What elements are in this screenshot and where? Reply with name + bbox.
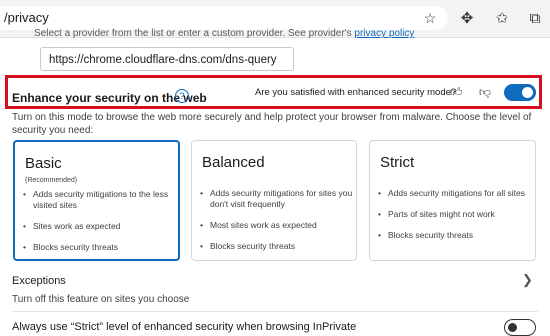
dns-provider-input[interactable]: https://chrome.cloudflare-dns.com/dns-qu… xyxy=(40,47,294,71)
level-bullet: Adds security mitigations for sites you … xyxy=(200,188,356,210)
inprivate-strict-toggle[interactable] xyxy=(504,319,536,336)
level-bullet: Blocks security threats xyxy=(378,230,525,241)
level-bullets: Adds security mitigations for sites you … xyxy=(200,188,356,262)
exceptions-title[interactable]: Exceptions xyxy=(12,275,66,287)
enhance-description: Turn on this mode to browse the web more… xyxy=(12,112,532,136)
security-level-balanced[interactable]: Balanced Adds security mitigations for s… xyxy=(191,140,357,261)
favorites-icon[interactable]: ✩ xyxy=(492,9,512,29)
collections-icon[interactable]: ⧉ xyxy=(525,9,545,29)
dns-provider-hint: Select a provider from the list or enter… xyxy=(34,28,414,39)
thumbs-up-icon[interactable]: 👍︎ xyxy=(449,85,463,99)
satisfaction-question: Are you satisfied with enhanced security… xyxy=(255,87,457,98)
level-title: Balanced xyxy=(202,154,265,171)
security-level-strict[interactable]: Strict Adds security mitigations for all… xyxy=(369,140,536,261)
level-bullet: Blocks security threats xyxy=(200,241,356,252)
level-bullet: Most sites work as expected xyxy=(200,220,356,231)
level-bullet: Sites work as expected xyxy=(23,221,178,232)
inprivate-strict-label: Always use “Strict” level of enhanced se… xyxy=(12,321,357,333)
exceptions-description: Turn off this feature on sites you choos… xyxy=(12,294,190,305)
extensions-icon[interactable]: ✥ xyxy=(457,9,477,29)
level-recommended: (Recommended) xyxy=(25,177,78,184)
toggle-knob xyxy=(508,323,517,332)
address-bar[interactable]: /privacy ☆ xyxy=(0,6,448,30)
level-bullets: Adds security mitigations for all sites … xyxy=(378,188,525,251)
security-level-basic[interactable]: Basic (Recommended) Adds security mitiga… xyxy=(13,140,180,261)
help-icon[interactable]: ? xyxy=(175,89,189,103)
dns-hint-text: Select a provider from the list or enter… xyxy=(34,28,352,39)
level-title: Basic xyxy=(25,155,62,172)
address-url[interactable]: /privacy xyxy=(4,10,49,25)
level-bullet: Adds security mitigations to the less vi… xyxy=(23,189,178,211)
toggle-knob xyxy=(522,87,533,98)
level-title: Strict xyxy=(380,154,415,171)
divider xyxy=(12,311,538,312)
enhance-security-toggle[interactable] xyxy=(504,84,536,101)
level-bullet: Adds security mitigations for all sites xyxy=(378,188,525,199)
chevron-right-icon[interactable]: ❯ xyxy=(522,272,533,288)
level-bullets: Adds security mitigations to the less vi… xyxy=(23,189,178,263)
privacy-policy-link[interactable]: privacy policy xyxy=(354,28,414,39)
thumbs-down-icon[interactable]: 👎︎ xyxy=(478,85,492,99)
add-favorite-icon[interactable]: ☆ xyxy=(421,9,439,27)
level-bullet: Parts of sites might not work xyxy=(378,209,525,220)
level-bullet: Blocks security threats xyxy=(23,242,178,253)
